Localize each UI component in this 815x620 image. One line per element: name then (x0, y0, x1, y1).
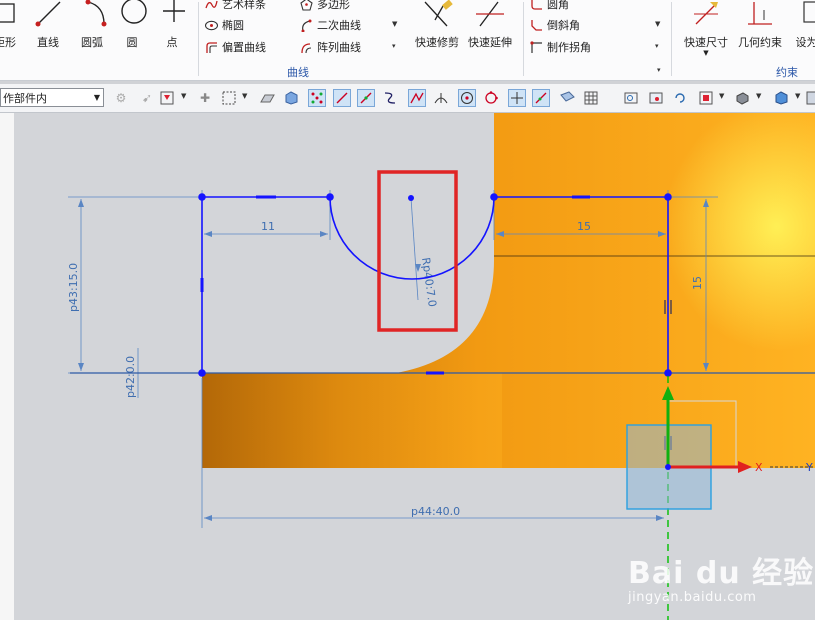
dim-right-width[interactable]: 15 (577, 220, 591, 233)
y-axis-label: Y (805, 461, 813, 474)
dim-bottom-offset[interactable]: p42:0.0 (124, 356, 137, 398)
body-lower-shade (202, 373, 502, 468)
watermark-logo: Bai du 经验 (628, 556, 815, 591)
dim-right-height[interactable]: 15 (691, 276, 704, 290)
origin-point[interactable] (665, 464, 671, 470)
watermark-url: jingyan.baidu.com (628, 590, 757, 605)
dim-bottom-length[interactable]: p44:40.0 (411, 505, 460, 518)
x-axis-label: X (755, 461, 763, 474)
dim-left-width[interactable]: 11 (261, 220, 275, 233)
watermark: Bai du 经验 jingyan.baidu.com (628, 548, 814, 605)
dim-left-height[interactable]: p43:15.0 (67, 263, 80, 312)
highlight-box (377, 170, 458, 332)
body-highlight (494, 113, 815, 468)
sketch-view[interactable]: p43:15.0 11 Rp40:7.0 15 15 p42:0.0 p44:4… (0, 0, 815, 620)
dim-radius[interactable]: Rp40:7.0 (419, 257, 439, 308)
